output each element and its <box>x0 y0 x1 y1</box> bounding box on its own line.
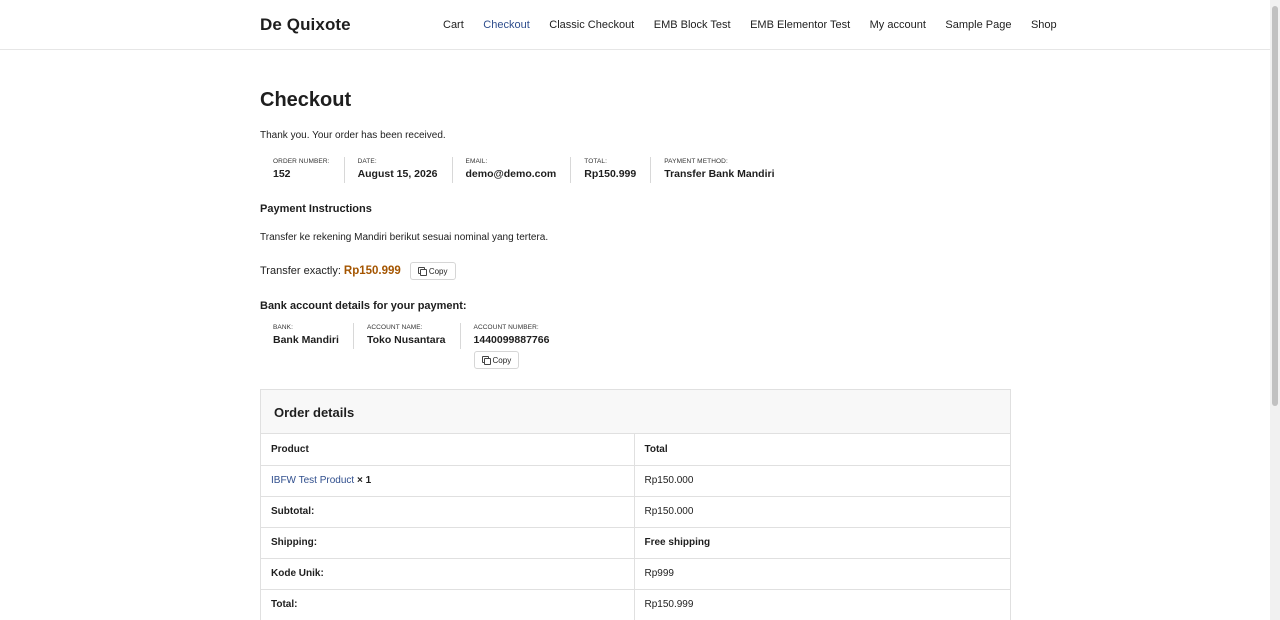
account-number-item: Account number: 1440099887766 Copy <box>461 323 564 369</box>
transfer-exactly-label: Transfer exactly: <box>260 265 341 277</box>
date-label: Date: <box>357 158 377 165</box>
nav-item-my-account[interactable]: My account <box>870 19 926 31</box>
page-title: Checkout <box>260 89 352 111</box>
account-number-value: 1440099887766 <box>473 334 550 346</box>
subtotal-value: Rp150.000 <box>634 496 1010 528</box>
shipping-value: Free shipping <box>634 527 1010 559</box>
order-total-value: Rp150.999 <box>634 589 1010 620</box>
email-value: demo@demo.com <box>465 168 557 180</box>
account-number-label: Account number: <box>473 324 539 331</box>
shipping-label: Shipping: <box>261 527 635 559</box>
overview-order-number: Order number: 152 <box>260 157 345 183</box>
bank-account-details: Bank: Bank Mandiri Account name: Toko Nu… <box>260 323 563 369</box>
nav-item-emb-block-test[interactable]: EMB Block Test <box>654 19 731 31</box>
order-number-label: Order number: <box>273 158 330 165</box>
column-header-total: Total <box>634 434 1010 466</box>
scrollbar-thumb[interactable] <box>1272 6 1278 406</box>
nav-item-sample-page[interactable]: Sample Page <box>945 19 1011 31</box>
copy-amount-button[interactable]: Copy <box>409 262 456 280</box>
email-label: Email: <box>465 158 488 165</box>
table-row: Subtotal: Rp150.000 <box>261 496 1010 528</box>
product-quantity: × 1 <box>356 475 372 486</box>
transfer-amount-row: Transfer exactly: Rp150.999 Copy <box>260 262 456 280</box>
copy-amount-label: Copy <box>428 266 448 276</box>
order-total-label: Total: <box>261 589 635 620</box>
account-name-value: Toko Nusantara <box>366 334 446 346</box>
table-row: Total: Rp150.999 <box>261 589 1010 620</box>
order-number-value: 152 <box>273 168 291 180</box>
site-header: De Quixote Cart Checkout Classic Checkou… <box>0 0 1270 50</box>
table-row: IBFW Test Product × 1 Rp150.000 <box>261 465 1010 497</box>
nav-item-cart[interactable]: Cart <box>443 19 464 31</box>
payment-instructions-heading: Payment Instructions <box>260 203 372 215</box>
product-total-cell: Rp150.000 <box>634 465 1010 497</box>
payment-instructions-text: Transfer ke rekening Mandiri berikut ses… <box>260 232 549 243</box>
copy-icon <box>481 356 491 365</box>
page-scrollbar[interactable] <box>1270 0 1280 620</box>
account-name-label: Account name: <box>366 324 423 331</box>
order-overview: Order number: 152 Date: August 15, 2026 … <box>260 157 789 183</box>
nav-item-emb-elementor-test[interactable]: EMB Elementor Test <box>750 19 850 31</box>
main-navigation: Cart Checkout Classic Checkout EMB Block… <box>443 19 1076 31</box>
order-details-section: Order details Product Total IBFW Test Pr… <box>260 389 1011 620</box>
table-header-row: Product Total <box>261 434 1010 466</box>
copy-account-number-button[interactable]: Copy <box>473 351 520 369</box>
table-row: Kode Unik: Rp999 <box>261 558 1010 590</box>
bank-details-heading: Bank account details for your payment: <box>260 300 467 312</box>
order-details-heading: Order details <box>261 390 1010 434</box>
product-link[interactable]: IBFW Test Product <box>271 475 354 486</box>
product-cell: IBFW Test Product × 1 <box>261 465 635 497</box>
nav-item-checkout[interactable]: Checkout <box>483 19 529 31</box>
payment-method-value: Transfer Bank Mandiri <box>664 168 775 180</box>
overview-payment-method: Payment method: Transfer Bank Mandiri <box>651 157 788 183</box>
bank-label: Bank: <box>273 324 294 331</box>
bank-name-item: Bank: Bank Mandiri <box>260 323 354 349</box>
copy-account-number-label: Copy <box>492 355 512 365</box>
account-name-item: Account name: Toko Nusantara <box>354 323 461 349</box>
date-value: August 15, 2026 <box>357 168 438 180</box>
order-received-notice: Thank you. Your order has been received. <box>260 130 446 141</box>
total-value: Rp150.999 <box>584 168 637 180</box>
kode-unik-value: Rp999 <box>634 558 1010 590</box>
bank-name-value: Bank Mandiri <box>273 334 339 346</box>
overview-email: Email: demo@demo.com <box>453 157 572 183</box>
column-header-product: Product <box>261 434 635 466</box>
order-details-table: Product Total IBFW Test Product × 1 Rp15… <box>261 434 1010 620</box>
table-row: Shipping: Free shipping <box>261 527 1010 559</box>
transfer-amount-value: Rp150.999 <box>343 265 401 277</box>
site-title-link[interactable]: De Quixote <box>260 15 351 35</box>
overview-date: Date: August 15, 2026 <box>345 157 453 183</box>
subtotal-label: Subtotal: <box>261 496 635 528</box>
total-label: Total: <box>584 158 608 165</box>
overview-total: Total: Rp150.999 <box>571 157 652 183</box>
payment-method-label: Payment method: <box>664 158 728 165</box>
copy-icon <box>417 267 427 276</box>
nav-item-classic-checkout[interactable]: Classic Checkout <box>549 19 634 31</box>
kode-unik-label: Kode Unik: <box>261 558 635 590</box>
nav-item-shop[interactable]: Shop <box>1031 19 1057 31</box>
